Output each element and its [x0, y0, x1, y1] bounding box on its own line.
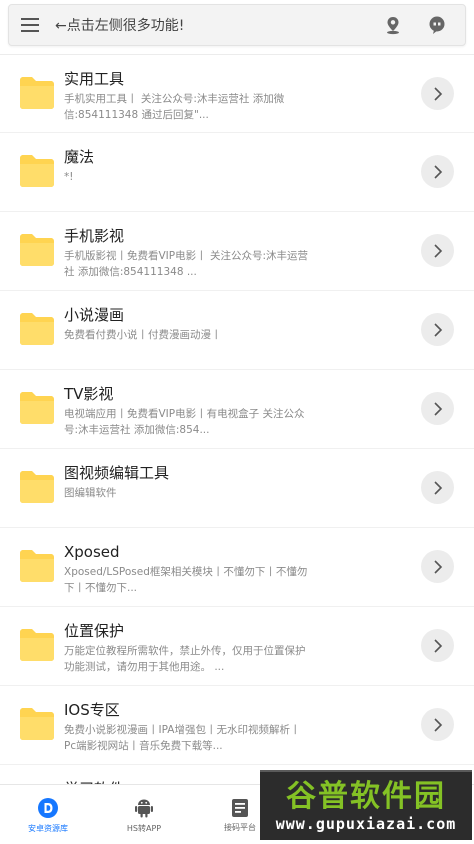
list-item[interactable]: 魔法 *!: [0, 133, 474, 212]
tab-hs-to-app[interactable]: HS转APP: [96, 785, 192, 844]
list-item[interactable]: 小说漫画 免费看付费小说丨付费漫画动漫丨: [0, 291, 474, 370]
item-title: 实用工具: [64, 70, 125, 88]
list-item[interactable]: Xposed Xposed/LSPosed框架相关模块丨不懂勿下丨不懂勿下丨不懂…: [0, 528, 474, 607]
item-title: 位置保护: [64, 622, 125, 640]
folder-icon: [20, 234, 54, 266]
open-button[interactable]: [421, 550, 454, 583]
folder-icon: [20, 313, 54, 345]
list-item[interactable]: 实用工具 手机实用工具丨 关注公众号:沐丰运营社 添加微信:854111348 …: [0, 54, 474, 133]
item-title: Xposed: [64, 543, 120, 561]
watermark-title: 谷普软件园: [286, 779, 446, 814]
message-icon[interactable]: [419, 7, 455, 43]
chevron-right-icon: [433, 86, 442, 101]
open-button[interactable]: [421, 313, 454, 346]
list-item[interactable]: 手机影视 手机版影视丨免费看VIP电影丨 关注公众号:沐丰运营社 添加微信:85…: [0, 212, 474, 291]
item-description: 手机实用工具丨 关注公众号:沐丰运营社 添加微信:854111348 通过后回复…: [64, 93, 285, 121]
list-item[interactable]: TV影视 电视端应用丨免费看VIP电影丨有电视盒子 关注公众号:沐丰运营社 添加…: [0, 370, 474, 449]
tab-label: 接码平台: [224, 822, 256, 832]
chevron-right-icon: [433, 243, 442, 258]
chevron-right-icon: [433, 638, 442, 653]
list-item[interactable]: 图视频编辑工具 图编辑软件: [0, 449, 474, 528]
item-description: *!: [64, 171, 74, 183]
item-title: 手机影视: [64, 227, 125, 245]
android-icon: [135, 799, 153, 817]
item-description: 免费看付费小说丨付费漫画动漫丨: [64, 329, 222, 341]
chevron-right-icon: [433, 401, 442, 416]
top-bar: ←点击左侧很多功能!: [8, 4, 466, 46]
item-description: 电视端应用丨免费看VIP电影丨有电视盒子 关注公众号:沐丰运营社 添加微信:85…: [64, 408, 305, 436]
item-title: 图视频编辑工具: [64, 464, 170, 482]
tab-android-library[interactable]: 安卓资源库: [0, 785, 96, 844]
folder-icon: [20, 471, 54, 503]
chevron-right-icon: [433, 480, 442, 495]
tab-label: 安卓资源库: [28, 823, 68, 833]
item-title: IOS专区: [64, 701, 120, 719]
list-item[interactable]: 位置保护 万能定位教程所需软件，禁止外传，仅用于位置保护功能测试，请勿用于其他用…: [0, 607, 474, 686]
open-button[interactable]: [421, 234, 454, 267]
folder-icon: [20, 77, 54, 109]
item-description: 免费小说影视漫画丨IPA增强包丨无水印视频解析丨Pc端影视网站丨音乐免费下载等.…: [64, 724, 301, 752]
item-description: 万能定位教程所需软件，禁止外传，仅用于位置保护功能测试，请勿用于其他用途。 ..…: [64, 645, 306, 673]
open-button[interactable]: [421, 471, 454, 504]
chevron-right-icon: [433, 322, 442, 337]
folder-icon: [20, 550, 54, 582]
item-title: TV影视: [64, 385, 114, 403]
tab-label: HS转APP: [126, 823, 162, 833]
folder-icon: [20, 155, 54, 187]
hamburger-menu-icon[interactable]: [19, 14, 41, 36]
open-button[interactable]: [421, 77, 454, 110]
open-button[interactable]: [421, 155, 454, 188]
item-description: 手机版影视丨免费看VIP电影丨 关注公众号:沐丰运营社 添加微信:8541113…: [64, 250, 308, 278]
location-icon[interactable]: [375, 7, 411, 43]
item-title: 小说漫画: [64, 306, 125, 324]
folder-list: 实用工具 手机实用工具丨 关注公众号:沐丰运营社 添加微信:854111348 …: [0, 54, 474, 784]
hint-text[interactable]: ←点击左侧很多功能!: [55, 15, 367, 35]
watermark-logo: 谷普软件园 www.gupuxiazai.com: [260, 770, 472, 840]
open-button[interactable]: [421, 392, 454, 425]
open-button[interactable]: [421, 708, 454, 741]
open-button[interactable]: [421, 629, 454, 662]
item-title: 魔法: [64, 148, 95, 166]
chevron-right-icon: [433, 164, 442, 179]
folder-icon: [20, 629, 54, 661]
item-description: Xposed/LSPosed框架相关模块丨不懂勿下丨不懂勿下丨不懂勿下...: [64, 566, 308, 594]
folder-icon: [20, 708, 54, 740]
d-logo-icon: [38, 797, 58, 818]
document-icon: [232, 798, 248, 817]
chevron-right-icon: [433, 717, 442, 732]
chevron-right-icon: [433, 559, 442, 574]
list-item[interactable]: IOS专区 免费小说影视漫画丨IPA增强包丨无水印视频解析丨Pc端影视网站丨音乐…: [0, 686, 474, 765]
folder-icon: [20, 392, 54, 424]
item-description: 图编辑软件: [64, 487, 117, 499]
watermark-url: www.gupuxiazai.com: [275, 815, 457, 833]
